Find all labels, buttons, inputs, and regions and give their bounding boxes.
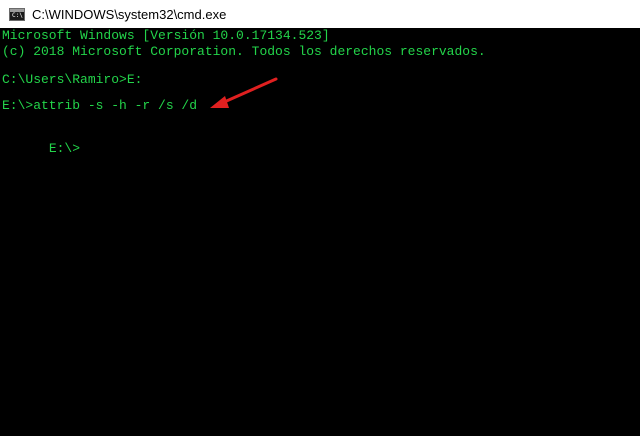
window-title: C:\WINDOWS\system32\cmd.exe [32,6,227,22]
console-line-version: Microsoft Windows [Versión 10.0.17134.52… [2,28,330,43]
console-line-change-drive: C:\Users\Ramiro>E: [2,72,143,87]
console-line-prompt: E:\> [2,125,80,156]
cmd-window: C:\ C:\WINDOWS\system32\cmd.exe Microsof… [0,0,640,436]
console-line-copyright: (c) 2018 Microsoft Corporation. Todos lo… [2,44,486,59]
console-area[interactable]: Microsoft Windows [Versión 10.0.17134.52… [0,28,640,436]
console-line-attrib-command: E:\>attrib -s -h -r /s /d [2,98,198,113]
cmd-icon: C:\ [9,7,25,21]
title-bar[interactable]: C:\ C:\WINDOWS\system32\cmd.exe [0,0,640,28]
prompt-text: E:\> [48,141,81,156]
